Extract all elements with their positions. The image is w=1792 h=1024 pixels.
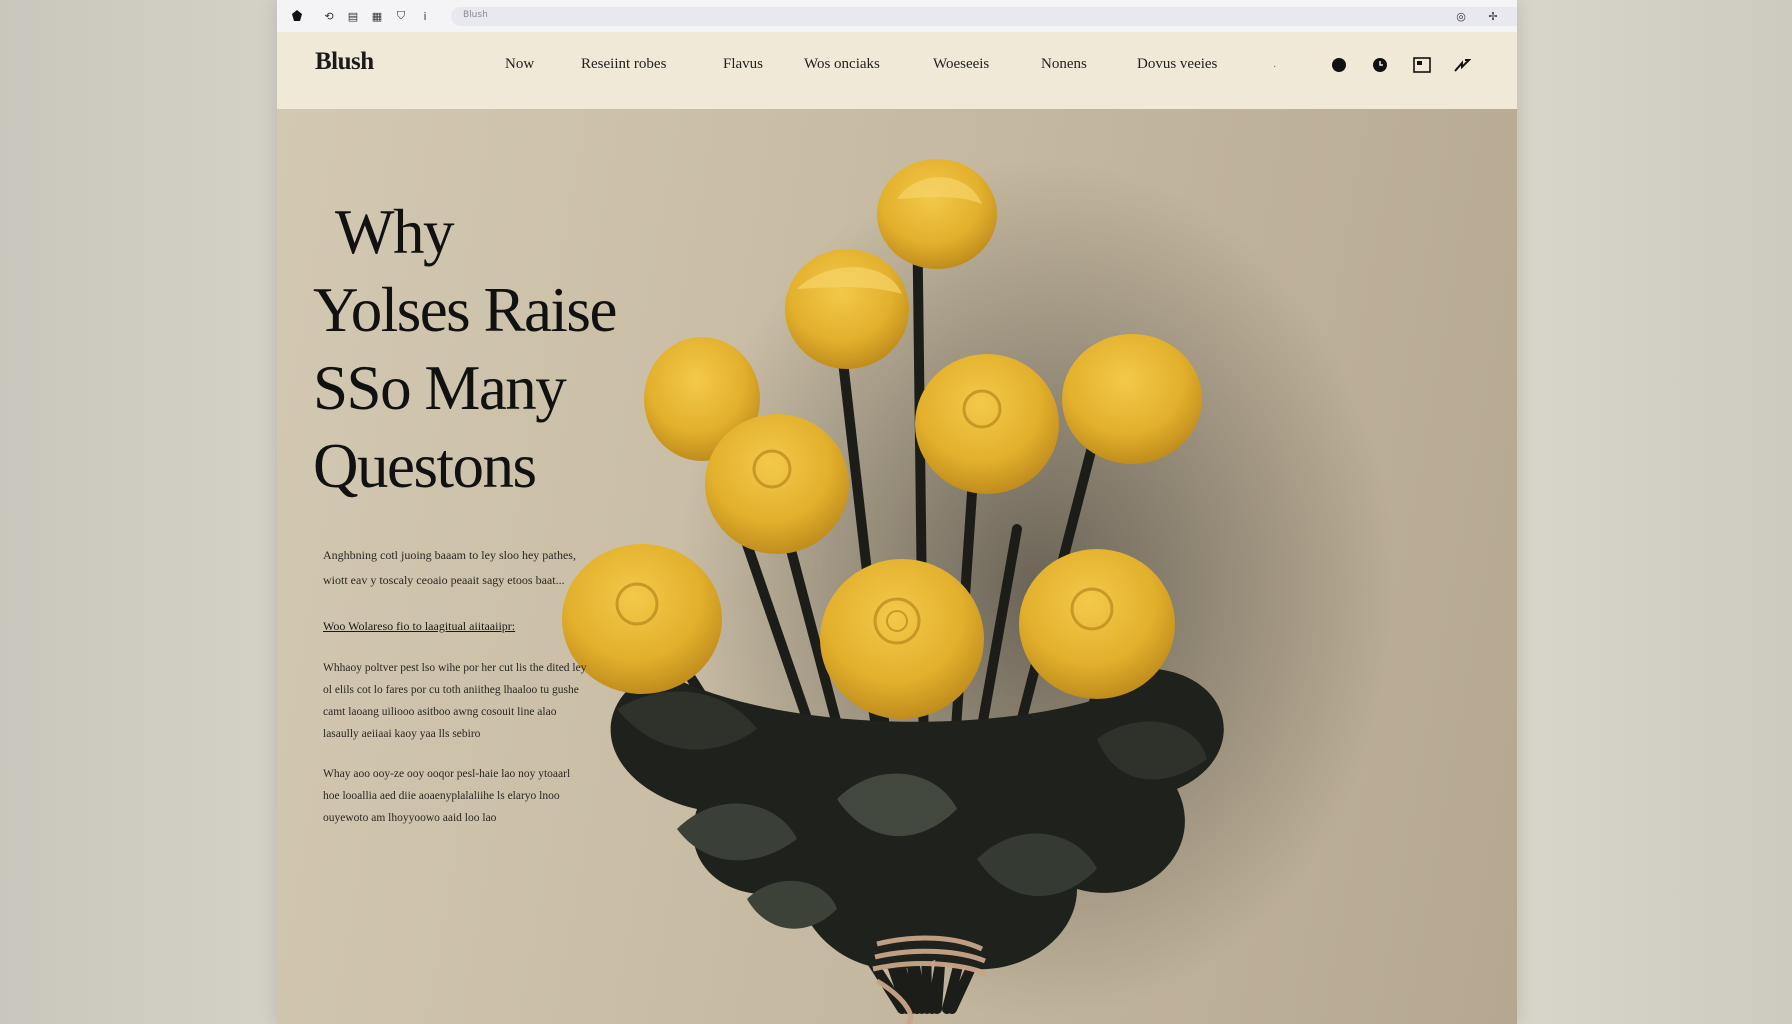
nav-item-wos-onciaks[interactable]: Wos onciaks	[804, 56, 880, 73]
hero-title-line-2: Yolses Raise	[313, 275, 617, 345]
nav-divider-dot: ·	[1273, 62, 1277, 73]
browser-toolbar: ⟲ ▤ ▦ ⛉ ⅰ Blush ◦ ◎ ✢	[277, 0, 1517, 33]
site-logo[interactable]: Blush	[315, 48, 374, 76]
pin-icon[interactable]	[1328, 54, 1350, 76]
hero-title-line-4: Questons	[313, 431, 537, 501]
hero-title-line-3: SSo Many	[313, 353, 567, 423]
hero-section: Why Yolses Raise SSo Many Questons Anghb…	[277, 109, 1517, 1024]
hero-subheading-link[interactable]: Woo Wolareso fio to laagitual aiitaaiipr…	[323, 619, 515, 634]
address-bar[interactable]: Blush ◦	[451, 7, 1517, 26]
info-icon[interactable]: ⅰ	[417, 8, 433, 24]
frame-icon[interactable]	[1411, 54, 1433, 76]
back-icon[interactable]: ⟲	[321, 8, 337, 24]
grid-icon[interactable]: ▦	[369, 8, 385, 24]
hero-paragraph-1: Whhaoy poltver pest lso wihe por her cut…	[323, 662, 587, 740]
extensions-icon[interactable]: ✢	[1485, 8, 1501, 24]
address-bar-url: Blush	[463, 10, 488, 20]
clock-icon[interactable]	[1369, 54, 1391, 76]
nav-item-dovus-veeies[interactable]: Dovus veeies	[1137, 56, 1217, 73]
nav-item-nonens[interactable]: Nonens	[1041, 56, 1087, 73]
bookmark-icon[interactable]: ▤	[345, 8, 361, 24]
site-header: Blush Now Reseiint robes Flavus Wos onci…	[277, 32, 1517, 109]
nav-item-flavus[interactable]: Flavus	[723, 56, 763, 73]
nav-item-reseiint-robes[interactable]: Reseiint robes	[581, 56, 666, 73]
nav-item-woeseeis[interactable]: Woeseeis	[933, 56, 989, 73]
shield-icon[interactable]: ⛉	[393, 8, 409, 24]
nav-item-now[interactable]: Now	[505, 56, 534, 73]
hero-title-line-1: Why	[335, 197, 454, 267]
hero-intro: Anghbning cotl juoing baaam to ley sloo …	[323, 548, 576, 587]
browser-window: ⟲ ▤ ▦ ⛉ ⅰ Blush ◦ ◎ ✢ Blush Now Reseiint…	[277, 0, 1517, 1024]
profile-icon[interactable]: ◎	[1453, 8, 1469, 24]
hero-paragraph-2: Whay aoo ooy-ze ooy ooqor pesl-haie lao …	[323, 768, 571, 824]
hero-title: Why Yolses Raise SSo Many Questons	[313, 193, 673, 505]
app-logo-icon[interactable]	[289, 8, 305, 24]
share-icon[interactable]	[1451, 54, 1473, 76]
